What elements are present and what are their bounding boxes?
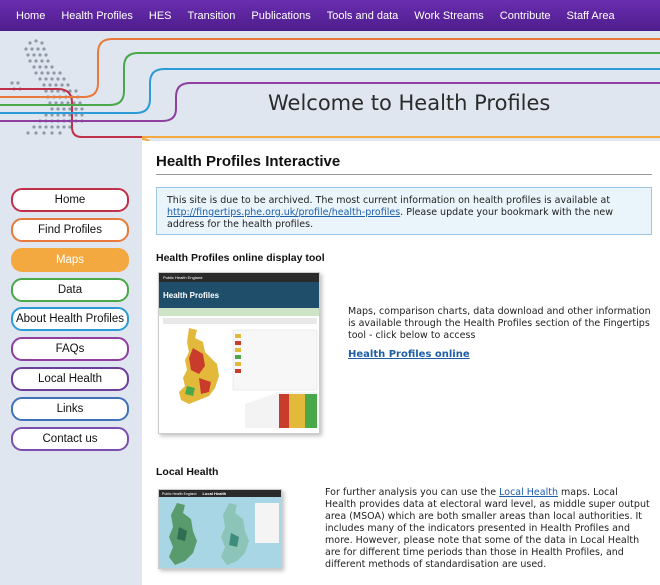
sidebar-item-find-profiles[interactable]: Find Profiles bbox=[11, 218, 129, 242]
sidebar-item-local-health[interactable]: Local Health bbox=[11, 367, 129, 391]
sidebar-item-faqs[interactable]: FAQs bbox=[11, 337, 129, 361]
thumb-map-preview bbox=[159, 308, 319, 428]
nav-contribute[interactable]: Contribute bbox=[500, 10, 551, 22]
nav-home[interactable]: Home bbox=[16, 10, 45, 22]
thumb2-header-text: Public Health England bbox=[162, 491, 197, 496]
main-content: Health Profiles Interactive This site is… bbox=[142, 141, 660, 585]
sidebar: Home Find Profiles Maps Data About Healt… bbox=[0, 141, 142, 585]
display-tool-heading: Health Profiles online display tool bbox=[156, 252, 325, 264]
local-health-link[interactable]: Local Health bbox=[499, 487, 558, 498]
display-tool-thumbnail[interactable]: Public Health England Health Profiles bbox=[158, 272, 320, 434]
banner-title: Welcome to Health Profiles bbox=[268, 91, 551, 115]
notice-text-before: This site is due to be archived. The mos… bbox=[167, 195, 611, 206]
display-tool-description: Maps, comparison charts, data download a… bbox=[348, 306, 651, 341]
sidebar-item-data[interactable]: Data bbox=[11, 278, 129, 302]
sidebar-item-home[interactable]: Home bbox=[11, 188, 129, 212]
header-banner: Welcome to Health Profiles bbox=[0, 31, 660, 141]
local-health-text-before: For further analysis you can use the bbox=[325, 487, 500, 498]
thumb2-header: Public Health England Local Health bbox=[159, 490, 281, 497]
health-profiles-online-link[interactable]: Health Profiles online bbox=[348, 349, 470, 360]
local-health-heading: Local Health bbox=[156, 466, 219, 478]
page-title: Health Profiles Interactive bbox=[156, 153, 341, 170]
top-nav: Home Health Profiles HES Transition Publ… bbox=[0, 0, 660, 31]
thumb2-map-preview bbox=[159, 497, 281, 568]
sidebar-item-about-health-profiles[interactable]: About Health Profiles bbox=[11, 307, 129, 331]
sidebar-item-contact-us[interactable]: Contact us bbox=[11, 427, 129, 451]
local-health-text-after: maps. Local Health provides data at elec… bbox=[325, 487, 650, 570]
nav-hes[interactable]: HES bbox=[149, 10, 172, 22]
fingertips-link[interactable]: http://fingertips.phe.org.uk/profile/hea… bbox=[167, 207, 400, 218]
nav-tools-and-data[interactable]: Tools and data bbox=[327, 10, 399, 22]
nav-transition[interactable]: Transition bbox=[188, 10, 236, 22]
nav-publications[interactable]: Publications bbox=[251, 10, 310, 22]
nav-work-streams[interactable]: Work Streams bbox=[414, 10, 483, 22]
sidebar-item-maps[interactable]: Maps bbox=[11, 248, 129, 272]
archive-notice: This site is due to be archived. The mos… bbox=[156, 187, 652, 235]
nav-staff-area[interactable]: Staff Area bbox=[567, 10, 615, 22]
local-health-thumbnail[interactable]: Public Health England Local Health bbox=[158, 489, 282, 569]
local-health-description: For further analysis you can use the Loc… bbox=[325, 487, 650, 571]
thumb2-title: Local Health bbox=[202, 491, 227, 496]
nav-health-profiles[interactable]: Health Profiles bbox=[61, 10, 133, 22]
uk-map-logo bbox=[0, 38, 660, 141]
thumb-header: Public Health England bbox=[159, 273, 319, 282]
thumb-title: Health Profiles bbox=[159, 282, 319, 308]
sidebar-item-links[interactable]: Links bbox=[11, 397, 129, 421]
title-divider bbox=[156, 174, 652, 175]
